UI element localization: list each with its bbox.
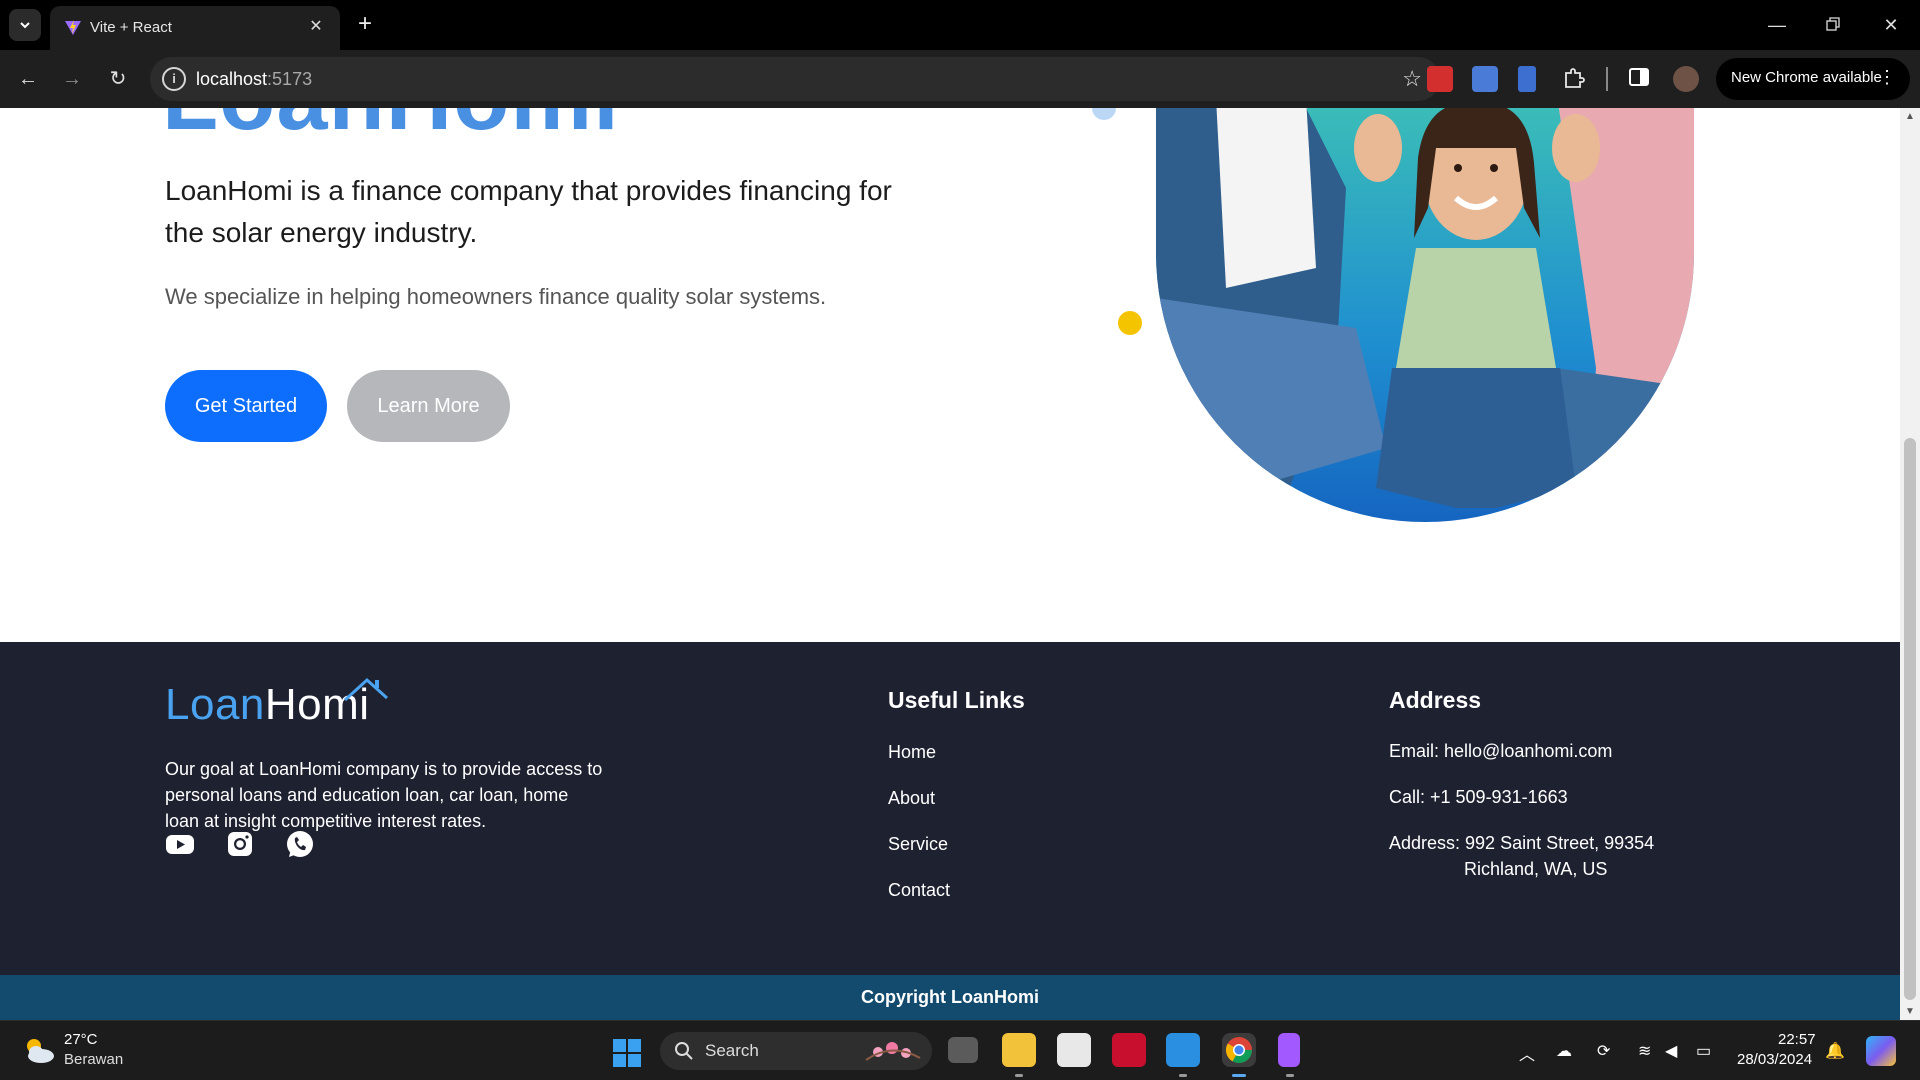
sync-icon[interactable]: ⟳ bbox=[1597, 1041, 1610, 1061]
address-title: Address bbox=[1389, 687, 1482, 713]
chrome-update-button[interactable]: New Chrome available ⋮ bbox=[1716, 58, 1910, 100]
url-port: :5173 bbox=[267, 69, 313, 89]
decorative-blue-dot bbox=[1092, 108, 1116, 120]
site-footer: LoanHomi Our goal at LoanHomi company is… bbox=[0, 642, 1900, 975]
profile-avatar[interactable] bbox=[1673, 66, 1699, 92]
browser-tab-bar: Vite + React ✕ + — ✕ bbox=[0, 0, 1920, 50]
copyright-text: Copyright LoanHomi bbox=[861, 987, 1039, 1007]
footer-about-text: Our goal at LoanHomi company is to provi… bbox=[165, 759, 603, 831]
footer-link-about[interactable]: About bbox=[888, 788, 935, 809]
bookmark-star-icon[interactable]: ☆ bbox=[1402, 66, 1422, 92]
browser-tab-active[interactable]: Vite + React ✕ bbox=[50, 6, 340, 50]
back-arrow-icon[interactable]: ← bbox=[14, 65, 42, 93]
chevron-down-icon bbox=[20, 22, 30, 29]
windows-start-icon[interactable] bbox=[612, 1038, 642, 1068]
side-panel-icon[interactable] bbox=[1628, 66, 1654, 92]
family-illustration bbox=[1156, 108, 1694, 522]
file-explorer-indicator bbox=[1015, 1074, 1023, 1077]
page-scrollbar[interactable]: ▲ ▼ bbox=[1900, 108, 1920, 1020]
chrome-active-indicator bbox=[1232, 1074, 1246, 1077]
battery-icon[interactable]: ▭ bbox=[1696, 1041, 1711, 1061]
taskbar-search-box[interactable]: Search bbox=[660, 1032, 932, 1070]
chrome-update-label: New Chrome available bbox=[1731, 69, 1882, 86]
forward-arrow-icon[interactable]: → bbox=[58, 65, 86, 93]
extension-docs-icon[interactable] bbox=[1518, 66, 1536, 92]
new-tab-button[interactable]: + bbox=[352, 11, 378, 37]
volume-icon[interactable]: ◀ bbox=[1665, 1041, 1677, 1061]
microsoft-store-icon[interactable] bbox=[1057, 1033, 1091, 1067]
footer-phone: Call: +1 509-931-1663 bbox=[1389, 787, 1568, 807]
reload-icon[interactable]: ↻ bbox=[104, 65, 132, 93]
chevron-up-icon[interactable]: ︿ bbox=[1519, 1041, 1535, 1065]
extension-red-icon[interactable] bbox=[1427, 66, 1453, 92]
mcafee-icon[interactable] bbox=[1112, 1033, 1146, 1067]
url-text[interactable]: localhost:5173 bbox=[196, 69, 312, 90]
copilot-icon[interactable] bbox=[1866, 1036, 1896, 1066]
task-view-icon[interactable] bbox=[948, 1037, 978, 1063]
side-panel-glyph bbox=[1629, 68, 1649, 86]
url-host: localhost bbox=[196, 69, 268, 89]
footer-address-line2: Richland, WA, US bbox=[1464, 859, 1608, 879]
hero-brand-heading: LoanHomi bbox=[162, 108, 620, 151]
chrome-taskbar-button[interactable] bbox=[1222, 1033, 1256, 1067]
minimize-button[interactable]: — bbox=[1764, 12, 1790, 38]
notification-bell-icon[interactable]: 🔔 bbox=[1825, 1041, 1845, 1061]
restore-button[interactable] bbox=[1820, 12, 1846, 38]
get-started-button[interactable]: Get Started bbox=[165, 370, 327, 442]
vscode-indicator bbox=[1179, 1074, 1187, 1077]
windows-taskbar: 27°C Berawan Search ︿ ☁ ⟳ ≋ ◀ ▭ 22:57 28… bbox=[0, 1020, 1920, 1080]
weather-description[interactable]: Berawan bbox=[64, 1051, 123, 1068]
google-translate-icon[interactable] bbox=[1472, 66, 1498, 92]
cherry-blossom-icon bbox=[865, 1042, 921, 1061]
footer-link-home[interactable]: Home bbox=[888, 742, 936, 763]
puzzle-icon bbox=[1565, 68, 1585, 88]
toolbar-divider bbox=[1606, 67, 1608, 91]
restore-icon bbox=[1826, 17, 1840, 31]
footer-address-line1: Address: 992 Saint Street, 99354 bbox=[1389, 833, 1655, 853]
footer-logo-part1: Loan bbox=[165, 680, 265, 729]
address-bar[interactable]: i localhost:5173 ☆ bbox=[150, 57, 1440, 101]
clock-time[interactable]: 22:57 bbox=[1778, 1031, 1816, 1048]
youtube-icon[interactable] bbox=[165, 829, 195, 859]
close-window-button[interactable]: ✕ bbox=[1878, 12, 1904, 38]
copyright-bar: Copyright LoanHomi bbox=[0, 975, 1900, 1020]
footer-link-service[interactable]: Service bbox=[888, 834, 948, 855]
tab-close-icon[interactable]: ✕ bbox=[306, 17, 326, 37]
search-label: Search bbox=[705, 1041, 759, 1060]
hero-lead-text: LoanHomi is a finance company that provi… bbox=[165, 175, 892, 248]
site-info-icon[interactable]: i bbox=[162, 67, 186, 91]
browser-toolbar: ← → ↻ i localhost:5173 ☆ New Chrome avai… bbox=[0, 50, 1920, 108]
cloudy-weather-icon[interactable] bbox=[22, 1035, 56, 1065]
clock-date[interactable]: 28/03/2024 bbox=[1737, 1051, 1812, 1068]
hero-family-photo bbox=[1156, 108, 1694, 522]
figma-indicator bbox=[1286, 1074, 1294, 1077]
footer-logo[interactable]: LoanHomi bbox=[165, 680, 370, 730]
menu-dots-icon[interactable]: ⋮ bbox=[1878, 67, 1896, 88]
footer-email: Email: hello@loanhomi.com bbox=[1389, 741, 1613, 761]
scrollbar-thumb[interactable] bbox=[1904, 438, 1916, 1000]
vscode-icon[interactable] bbox=[1166, 1033, 1200, 1067]
vite-logo-icon bbox=[65, 20, 81, 35]
search-icon bbox=[675, 1042, 693, 1060]
page-viewport: LoanHomi LoanHomi is a finance company t… bbox=[0, 108, 1900, 1020]
decorative-yellow-dot bbox=[1118, 311, 1142, 335]
figma-icon[interactable] bbox=[1278, 1033, 1300, 1067]
chrome-icon bbox=[1225, 1037, 1253, 1064]
scroll-up-arrow-icon[interactable]: ▲ bbox=[1903, 111, 1917, 122]
learn-more-button[interactable]: Learn More bbox=[347, 370, 510, 442]
logo-roof-icon bbox=[343, 677, 389, 702]
whatsapp-icon[interactable] bbox=[285, 829, 315, 859]
extensions-puzzle-icon[interactable] bbox=[1562, 66, 1588, 92]
wifi-icon[interactable]: ≋ bbox=[1638, 1041, 1651, 1061]
footer-link-contact[interactable]: Contact bbox=[888, 880, 950, 901]
weather-temperature[interactable]: 27°C bbox=[64, 1031, 98, 1048]
onedrive-cloud-icon[interactable]: ☁ bbox=[1556, 1041, 1572, 1061]
scroll-down-arrow-icon[interactable]: ▼ bbox=[1903, 1006, 1917, 1017]
useful-links-title: Useful Links bbox=[888, 687, 1025, 713]
tab-title: Vite + React bbox=[90, 19, 172, 36]
hero-sub-text: We specialize in helping homeowners fina… bbox=[165, 284, 827, 309]
file-explorer-icon[interactable] bbox=[1002, 1033, 1036, 1067]
tab-search-button[interactable] bbox=[9, 9, 41, 41]
instagram-icon[interactable] bbox=[225, 829, 255, 859]
